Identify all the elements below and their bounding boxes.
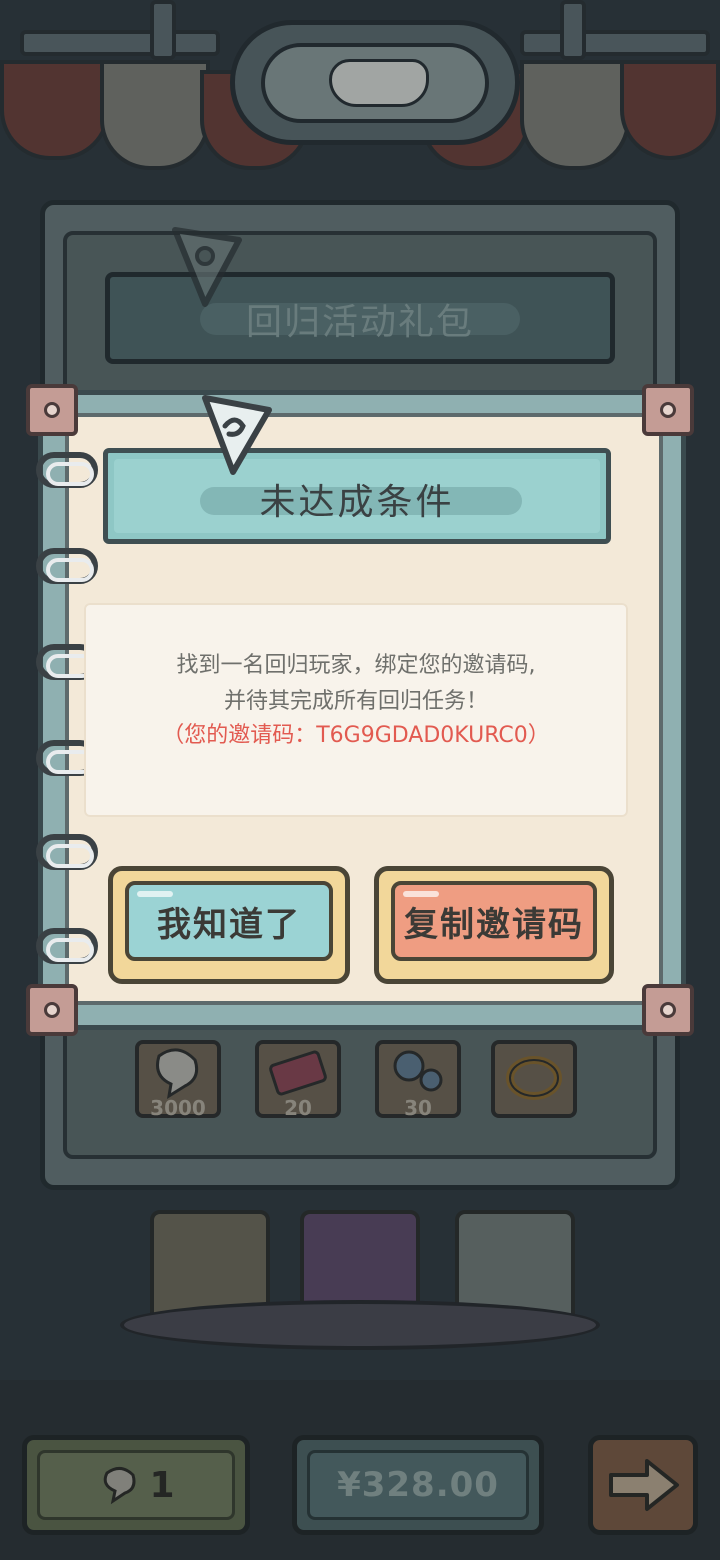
binder-ring — [36, 834, 98, 870]
message-line: 找到一名回归玩家，绑定您的邀请码, — [176, 653, 536, 678]
corner-bracket — [642, 984, 694, 1036]
tag-icon — [202, 395, 272, 475]
dialog-title-bar: 未达成条件 — [103, 448, 611, 544]
binder-ring — [36, 548, 98, 584]
corner-bracket — [26, 984, 78, 1036]
copy-invite-code-button[interactable]: 复制邀请码 — [374, 866, 614, 984]
got-it-button[interactable]: 我知道了 — [108, 866, 350, 984]
binder-ring — [36, 928, 98, 964]
dialog-title: 未达成条件 — [259, 482, 455, 523]
binder-ring — [36, 452, 98, 488]
copy-invite-code-label: 复制邀请码 — [404, 904, 584, 945]
corner-bracket — [642, 384, 694, 436]
message-line: 并待其完成所有回归任务！ — [223, 689, 488, 714]
got-it-label: 我知道了 — [157, 904, 301, 945]
message-box: 找到一名回归玩家，绑定您的邀请码, 并待其完成所有回归任务！ （您的邀请码：T6… — [84, 603, 628, 817]
invite-code-text: （您的邀请码：T6G9GDAD0KURC0） — [162, 723, 550, 748]
corner-bracket — [26, 384, 78, 436]
